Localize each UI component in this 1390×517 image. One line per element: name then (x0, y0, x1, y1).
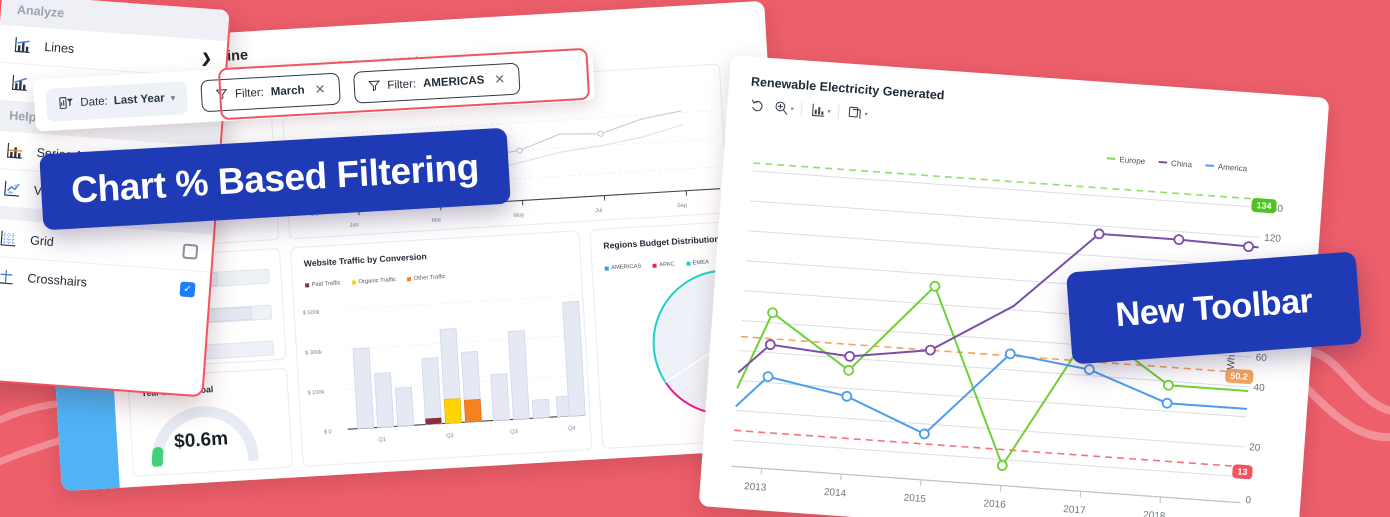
chart-trends-icon (9, 72, 30, 92)
svg-text:60: 60 (1255, 352, 1267, 364)
svg-text:Sep: Sep (677, 203, 687, 210)
svg-text:$ 500k: $ 500k (303, 310, 320, 317)
zoom-in-icon[interactable]: ▾ (773, 99, 794, 116)
svg-text:Q1: Q1 (378, 437, 386, 443)
crosshairs-icon (0, 266, 16, 286)
filter-chip-value: AMERICAS (422, 74, 485, 90)
grid-checkbox[interactable] (182, 243, 199, 260)
svg-text:Q3: Q3 (510, 429, 518, 435)
chevron-down-icon[interactable]: ▾ (864, 110, 868, 117)
menu-item-label: Crosshairs (26, 270, 88, 290)
chart-lines-icon (12, 35, 33, 55)
svg-text:May: May (513, 212, 524, 219)
chevron-right-icon[interactable]: ❯ (200, 50, 213, 67)
legend-item-america: America (1204, 161, 1247, 173)
filter-chip-march[interactable]: Filter: March ✕ (200, 72, 341, 113)
crosshairs-checkbox[interactable]: ✓ (179, 281, 196, 298)
svg-text:0: 0 (1245, 495, 1252, 506)
chart-legend: Europe China America (1106, 154, 1247, 173)
chart-toolbar: ▾ ▾ ▾ (749, 98, 868, 122)
panel-title: Regions Budget Distribution (603, 233, 720, 251)
screenshot-stage: +1 ← Marketing Online On this dashboard … (0, 0, 1390, 517)
funnel-icon (215, 87, 229, 104)
chevron-down-icon[interactable]: ▾ (170, 92, 175, 103)
svg-text:120: 120 (1264, 233, 1282, 245)
website-traffic-panel: Website Traffic by Conversion Paid Traff… (289, 230, 593, 467)
svg-text:2013: 2013 (744, 481, 767, 494)
svg-text:Q2: Q2 (446, 433, 454, 439)
chevron-down-icon[interactable]: ▾ (790, 105, 794, 112)
filter-chip-prefix: Filter: (234, 86, 265, 101)
filter-chart-icon (58, 94, 75, 114)
toolbar-divider (800, 102, 803, 117)
value-labels-icon (1, 178, 22, 198)
series-average-icon (4, 140, 25, 160)
toolbar-divider (837, 104, 840, 119)
promo-banner-toolbar: New Toolbar (1066, 251, 1362, 365)
legend-item: AMERICAS (604, 263, 642, 271)
svg-text:Jan: Jan (350, 222, 359, 229)
svg-text:2014: 2014 (824, 487, 847, 500)
legend-item-china: China (1158, 158, 1192, 169)
panel-title: Website Traffic by Conversion (303, 251, 427, 269)
legend-item-europe: Europe (1106, 154, 1145, 166)
duplicate-icon[interactable]: ▾ (847, 105, 868, 122)
value-badge-average: 50.2 (1224, 368, 1254, 385)
income-gauge-value: $0.6m (173, 428, 229, 453)
menu-item-label: Lines (43, 39, 75, 56)
svg-text:2015: 2015 (903, 493, 926, 506)
filter-chip-prefix: Filter: (387, 78, 417, 92)
undo-icon[interactable] (749, 98, 766, 115)
svg-text:$ 100k: $ 100k (307, 390, 324, 397)
svg-text:2017: 2017 (1063, 504, 1086, 517)
date-filter-value: Last Year (113, 92, 166, 108)
svg-text:20: 20 (1249, 442, 1261, 454)
value-badge-china: 134 (1251, 197, 1278, 214)
filter-chip-value: March (270, 84, 305, 99)
svg-text:Jul: Jul (595, 208, 602, 214)
filter-chip-americas[interactable]: Filter: AMERICAS ✕ (352, 62, 521, 104)
svg-text:Mar: Mar (431, 217, 441, 224)
svg-text:$ 300k: $ 300k (305, 350, 322, 357)
chart-title: Renewable Electricity Generated (750, 74, 945, 103)
svg-text:2016: 2016 (983, 498, 1006, 511)
chart-type-icon[interactable]: ▾ (810, 102, 831, 119)
value-badge-lower: 13 (1231, 464, 1253, 480)
funnel-icon (367, 78, 381, 95)
close-icon[interactable]: ✕ (314, 81, 326, 98)
date-filter-prefix: Date: (80, 95, 109, 110)
chevron-down-icon[interactable]: ▾ (827, 108, 831, 115)
date-filter-dropdown[interactable]: Date: Last Year ▾ (45, 80, 189, 122)
grid-icon (0, 228, 19, 248)
close-icon[interactable]: ✕ (494, 71, 506, 88)
menu-item-label: Grid (29, 232, 55, 249)
svg-text:$ 0: $ 0 (324, 429, 332, 435)
traffic-bar-chart: $ 500k $ 300k $ 100k $ 0 Q1 Q2 Q3 Q4 (303, 294, 586, 443)
svg-text:40: 40 (1253, 382, 1265, 394)
svg-text:2018: 2018 (1143, 510, 1166, 517)
svg-text:Q4: Q4 (568, 426, 576, 432)
